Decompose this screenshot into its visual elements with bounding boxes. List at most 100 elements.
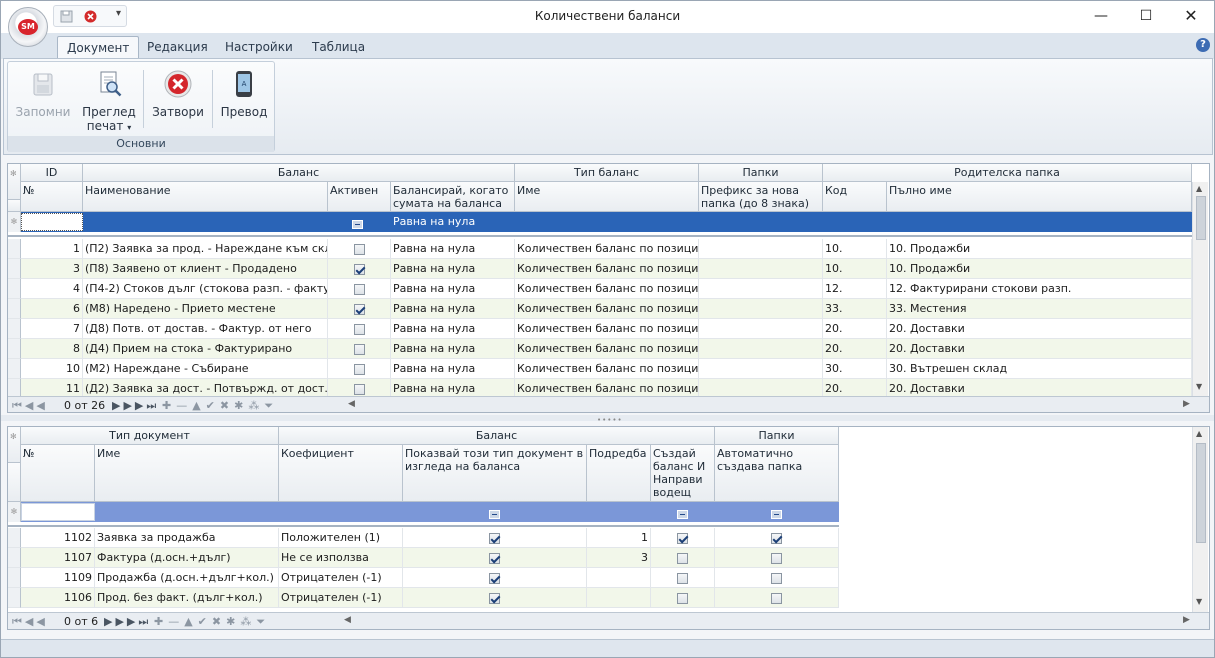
show-checkbox[interactable] (489, 552, 500, 564)
print-preview-button[interactable]: Преглед печат ▾ (78, 66, 140, 134)
filter-no-input[interactable] (21, 213, 83, 231)
create-checkbox[interactable] (677, 552, 688, 564)
nav-edit-icons[interactable]: ✚—▲✔✖✱⁂⏷ (162, 399, 278, 412)
row-indicator[interactable] (8, 259, 21, 279)
tab-edit[interactable]: Редакция (138, 36, 217, 59)
row-indicator[interactable] (8, 299, 21, 319)
show-checkbox[interactable] (489, 532, 500, 544)
col-name[interactable]: Наименование (83, 182, 328, 212)
scroll-down-icon[interactable]: ▼ (1196, 597, 1202, 606)
table-row[interactable]: 1102 Заявка за продажба Положителен (1) 1 (8, 528, 839, 548)
scroll-up-icon[interactable]: ▲ (1196, 429, 1202, 438)
filter-auto-checkbox[interactable] (771, 507, 782, 520)
help-icon[interactable]: ? (1196, 38, 1210, 52)
scroll-thumb[interactable] (1196, 196, 1206, 240)
col-code[interactable]: Код (823, 182, 887, 212)
table-row[interactable]: 6 (М8) Наредено - Прието местене Равна на … (8, 299, 1192, 319)
col-show[interactable]: Показвай този тип документ в изгледа на … (403, 445, 587, 502)
active-checkbox[interactable] (353, 263, 365, 275)
table-row[interactable]: 7 (Д8) Потв. от достав. - Фактур. от него… (8, 319, 1192, 339)
scroll-up-icon[interactable]: ▲ (1196, 184, 1202, 193)
tab-settings[interactable]: Настройки (216, 36, 302, 59)
active-checkbox[interactable] (353, 343, 365, 355)
vertical-scrollbar[interactable]: ▲ ▼ (1192, 427, 1208, 612)
row-indicator[interactable] (8, 319, 21, 339)
col-prefix[interactable]: Префикс за нова папка (до 8 знака) (699, 182, 823, 212)
auto-checkbox[interactable] (771, 552, 782, 564)
col-no[interactable]: № (21, 182, 83, 212)
table-row[interactable]: 10 (М2) Нареждане - Събиране Равна на нула… (8, 359, 1192, 379)
create-checkbox[interactable] (677, 532, 688, 544)
col-type-name[interactable]: Име (515, 182, 699, 212)
tab-table[interactable]: Таблица (303, 36, 374, 59)
row-indicator[interactable] (8, 239, 21, 259)
col-coef[interactable]: Коефициент (279, 445, 403, 502)
col-balance-when[interactable]: Балансирай, когато сумата на баланса е (391, 182, 515, 212)
row-indicator[interactable] (8, 279, 21, 299)
show-checkbox[interactable] (489, 572, 500, 584)
col-full-name[interactable]: Пълно име (887, 182, 1192, 212)
col-auto[interactable]: Автоматично създава папка (715, 445, 839, 502)
filter-active-checkbox[interactable] (352, 217, 363, 230)
hscroll-right-icon[interactable]: ▶ (1183, 399, 1190, 409)
filter-create-checkbox[interactable] (677, 507, 688, 520)
active-checkbox[interactable] (353, 323, 365, 335)
grid-corner[interactable]: ✻ (8, 164, 21, 200)
show-checkbox[interactable] (489, 592, 500, 604)
nav-edit-icons[interactable]: ✚—▲✔✖✱⁂⏷ (154, 615, 270, 629)
scroll-thumb[interactable] (1196, 443, 1206, 543)
scroll-down-icon[interactable]: ▼ (1196, 382, 1202, 391)
row-indicator[interactable] (8, 588, 21, 608)
create-checkbox[interactable] (677, 572, 688, 584)
nav-next-last-icons[interactable]: ▶▶▶⏭ (112, 399, 159, 412)
active-checkbox[interactable] (353, 243, 365, 255)
col-active[interactable]: Активен (328, 182, 391, 212)
col-create[interactable]: Създай баланс И Направи водещ (651, 445, 715, 502)
active-checkbox[interactable] (353, 363, 365, 375)
app-menu-button[interactable]: SM (8, 7, 48, 47)
col-no[interactable]: № (21, 445, 95, 502)
table-row[interactable]: 1 (П2) Заявка за прод. - Нареждане към ск… (8, 239, 1192, 259)
close-button[interactable]: Затвори (147, 66, 209, 134)
nav-first-prev-icons[interactable]: ⏮◀◀ (12, 399, 48, 412)
hscroll-left-icon[interactable]: ◀ (348, 399, 355, 409)
hscroll-right-icon[interactable]: ▶ (1183, 615, 1190, 625)
table-row[interactable]: 1106 Прод. без факт. (дълг+кол.) Отрицател… (8, 588, 839, 608)
table-row[interactable]: 1109 Продажба (д.осн.+дълг+кол.) Отрицател… (8, 568, 839, 588)
row-indicator[interactable] (8, 379, 21, 396)
auto-checkbox[interactable] (771, 532, 782, 544)
tab-document[interactable]: Документ (57, 36, 140, 59)
active-checkbox[interactable] (353, 383, 365, 395)
filter-show-checkbox[interactable] (489, 507, 500, 520)
save-button[interactable]: Запомни (12, 66, 74, 134)
table-row[interactable]: 11 (Д2) Заявка за дост. - Потвържд. от до… (8, 379, 1192, 396)
filter-balance-value[interactable]: Равна на нула (393, 212, 475, 232)
row-indicator[interactable] (8, 548, 21, 568)
vertical-scrollbar[interactable]: ▲ ▼ (1192, 182, 1208, 396)
grid-corner[interactable]: ✻ (8, 427, 21, 463)
col-order[interactable]: Подредба (587, 445, 651, 502)
row-indicator[interactable] (8, 359, 21, 379)
table-row[interactable]: 1107 Фактура (д.осн.+дълг) Не се използва 3 (8, 548, 839, 568)
row-indicator[interactable] (8, 568, 21, 588)
nav-first-prev-icons[interactable]: ⏮◀◀ (12, 615, 48, 629)
maximize-button[interactable]: ☐ (1123, 1, 1169, 31)
hscroll-left-icon[interactable]: ◀ (344, 615, 351, 625)
table-row[interactable]: 3 (П8) Заявено от клиент - Продадено Равна… (8, 259, 1192, 279)
auto-checkbox[interactable] (771, 592, 782, 604)
create-checkbox[interactable] (677, 592, 688, 604)
auto-checkbox[interactable] (771, 572, 782, 584)
filter-no-input[interactable] (21, 503, 95, 521)
filter-row[interactable]: ✻ Равна на нула (8, 212, 1192, 232)
row-indicator[interactable] (8, 528, 21, 548)
table-row[interactable]: 8 (Д4) Прием на стока - Фактурирано Равна … (8, 339, 1192, 359)
window-close-button[interactable]: ✕ (1168, 1, 1214, 31)
col-name[interactable]: Име (95, 445, 279, 502)
active-checkbox[interactable] (353, 303, 365, 315)
row-indicator[interactable] (8, 339, 21, 359)
translate-button[interactable]: A Превод (215, 66, 273, 134)
nav-next-last-icons[interactable]: ▶▶▶⏭ (104, 615, 151, 629)
grid-splitter[interactable]: ••••• (1, 415, 1214, 424)
active-checkbox[interactable] (353, 283, 365, 295)
filter-row[interactable]: ✻ (8, 502, 839, 522)
